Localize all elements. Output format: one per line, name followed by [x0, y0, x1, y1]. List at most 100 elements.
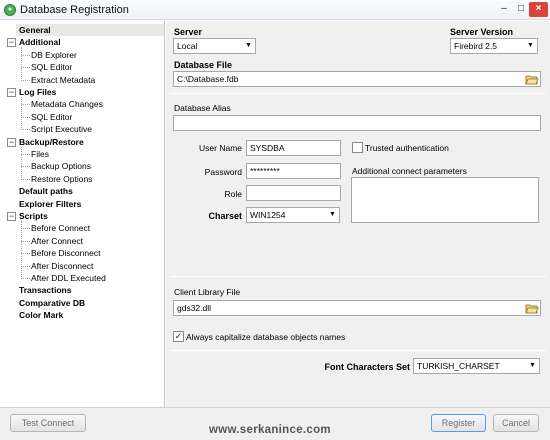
watermark: www.serkanince.com [209, 424, 331, 436]
client-library-value: gds32.dll [177, 303, 212, 313]
client-library-input[interactable]: gds32.dll [173, 300, 541, 316]
close-button[interactable]: × [529, 2, 548, 17]
tree-item-default-paths[interactable]: Default paths [19, 185, 73, 197]
password-input[interactable]: ********* [246, 163, 341, 179]
collapse-icon[interactable]: − [7, 88, 16, 97]
tree-connector [21, 228, 30, 230]
minimize-button[interactable]: – [496, 2, 512, 17]
database-alias-input[interactable] [173, 115, 541, 131]
capitalize-label: Always capitalize database objects names [186, 332, 346, 342]
trusted-auth-checkbox[interactable] [352, 142, 363, 153]
client-library-label: Client Library File [174, 287, 241, 297]
tree-item-before-disconnect[interactable]: Before Disconnect [31, 247, 100, 259]
font-charset-value: TURKISH_CHARSET [417, 361, 500, 371]
trusted-auth-label: Trusted authentication [365, 143, 449, 153]
tree-connector [21, 221, 22, 279]
database-file-label: Database File [174, 60, 233, 70]
tree-item-db-explorer[interactable]: DB Explorer [31, 49, 77, 61]
tree-connector [21, 278, 30, 279]
tree-item-files[interactable]: Files [31, 148, 49, 160]
window-title: Database Registration [20, 4, 129, 16]
password-value: ********* [250, 166, 280, 176]
title-bar: ● Database Registration – □ × [0, 0, 550, 20]
app-icon: ● [4, 4, 16, 16]
database-file-input[interactable]: C:\Database.fdb [173, 71, 541, 87]
database-alias-label: Database Alias [174, 103, 231, 113]
tree-item-comparative-db[interactable]: Comparative DB [19, 297, 85, 309]
cancel-button[interactable]: Cancel [493, 414, 539, 432]
tree-connector [21, 79, 30, 81]
options-tree[interactable]: General Additional − DB Explorer SQL Editor E… [0, 21, 165, 407]
server-version-label: Server Version [450, 27, 514, 37]
tree-connector [21, 67, 30, 69]
tree-item-additional[interactable]: Additional [19, 36, 61, 48]
role-input[interactable] [246, 185, 341, 201]
capitalize-checkbox[interactable]: ✓ [173, 331, 184, 342]
tree-item-sql-editor[interactable]: SQL Editor [31, 61, 72, 73]
folder-open-icon[interactable] [525, 73, 539, 85]
maximize-button[interactable]: □ [514, 2, 528, 17]
tree-connector [21, 240, 30, 242]
collapse-icon[interactable]: − [7, 212, 16, 221]
server-select[interactable]: Local ▼ [173, 38, 256, 54]
tree-connector [21, 154, 30, 155]
tree-connector [21, 97, 22, 131]
user-name-value: SYSDBA [250, 143, 285, 153]
tree-item-after-ddl-executed[interactable]: After DDL Executed [31, 272, 106, 284]
tree-item-restore-options[interactable]: Restore Options [31, 173, 92, 185]
server-label: Server [174, 27, 203, 37]
password-label: Password [204, 167, 242, 177]
tree-connector [21, 116, 30, 118]
tree-item-general[interactable]: General [16, 24, 164, 36]
user-name-input[interactable]: SYSDBA [246, 140, 341, 156]
divider [170, 350, 546, 351]
divider [170, 93, 546, 94]
tree-item-log-files[interactable]: Log Files [19, 86, 56, 98]
chevron-down-icon[interactable]: ▼ [525, 40, 536, 52]
tree-connector [21, 265, 30, 267]
register-button[interactable]: Register [431, 414, 486, 432]
additional-params-textarea[interactable] [351, 177, 539, 223]
charset-value: WIN1254 [250, 210, 286, 220]
dialog-footer: Test Connect www.serkanince.com Register… [0, 407, 550, 440]
folder-open-icon[interactable] [525, 302, 539, 314]
tree-item-before-connect[interactable]: Before Connect [31, 222, 90, 234]
tree-connector [21, 166, 30, 168]
tree-item-color-mark[interactable]: Color Mark [19, 309, 63, 321]
user-name-label: User Name [199, 143, 242, 153]
tree-connector [21, 54, 30, 56]
tree-connector [21, 146, 22, 180]
additional-params-label: Additional connect parameters [352, 166, 467, 176]
charset-select[interactable]: WIN1254 ▼ [246, 207, 340, 223]
tree-item-extract-metadata[interactable]: Extract Metadata [31, 74, 95, 86]
font-charset-select[interactable]: TURKISH_CHARSET ▼ [413, 358, 540, 374]
tree-item-metadata-changes[interactable]: Metadata Changes [31, 98, 103, 110]
collapse-icon[interactable]: − [7, 137, 16, 147]
tree-item-backup-restore[interactable]: Backup/Restore [19, 136, 84, 148]
server-version-select[interactable]: Firebird 2.5 ▼ [450, 38, 538, 54]
tree-item-after-disconnect[interactable]: After Disconnect [31, 260, 93, 272]
chevron-down-icon[interactable]: ▼ [243, 40, 254, 52]
server-value: Local [177, 41, 198, 51]
tree-item-sql-editor[interactable]: SQL Editor [31, 111, 72, 123]
tree-connector [21, 129, 30, 131]
charset-label: Charset [208, 211, 242, 221]
tree-item-scripts[interactable]: Scripts [19, 210, 48, 222]
chevron-down-icon[interactable]: ▼ [327, 209, 338, 221]
tree-item-transactions[interactable]: Transactions [19, 284, 71, 296]
tree-item-backup-options[interactable]: Backup Options [31, 160, 91, 172]
divider [170, 276, 546, 277]
tree-connector [21, 178, 30, 180]
tree-connector [21, 47, 22, 81]
tree-item-after-connect[interactable]: After Connect [31, 235, 83, 247]
database-file-value: C:\Database.fdb [177, 74, 239, 84]
tree-item-explorer-filters[interactable]: Explorer Filters [19, 198, 81, 210]
tree-item-script-executive[interactable]: Script Executive [31, 123, 92, 135]
role-label: Role [224, 189, 242, 199]
tree-connector [21, 104, 30, 106]
tree-connector [21, 253, 30, 255]
font-charset-label: Font Characters Set [324, 362, 410, 372]
collapse-icon[interactable]: − [7, 38, 16, 48]
chevron-down-icon[interactable]: ▼ [527, 360, 538, 372]
test-connect-button[interactable]: Test Connect [10, 414, 86, 432]
